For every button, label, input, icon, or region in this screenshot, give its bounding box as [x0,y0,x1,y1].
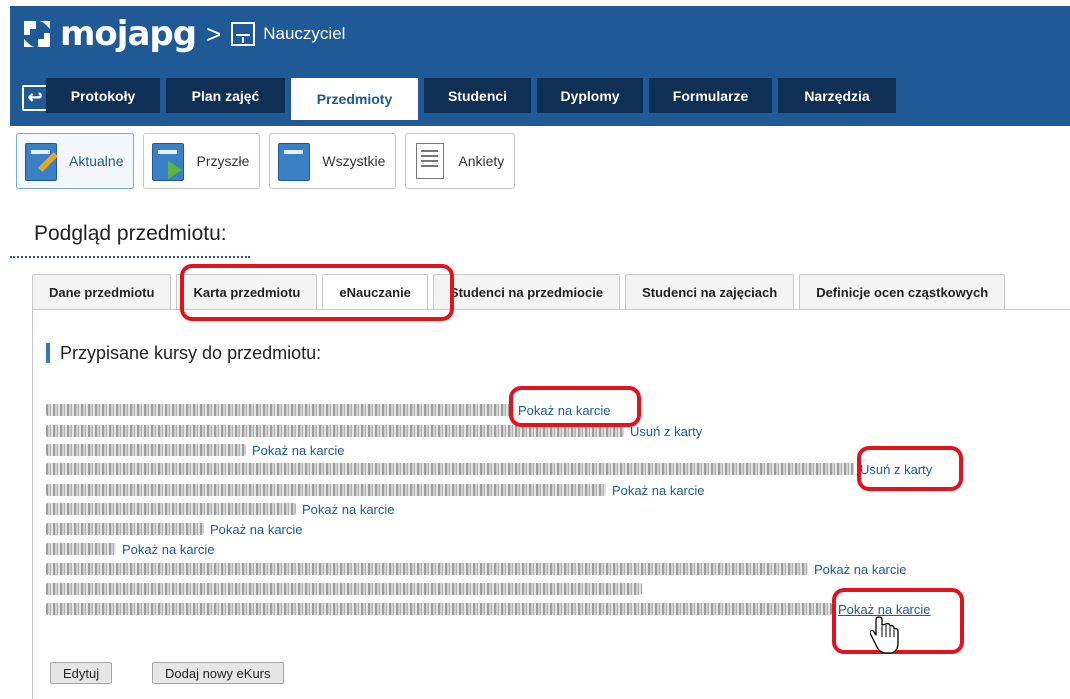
list-item: Pokaż na karcie [46,600,931,618]
show-on-card-link[interactable]: Pokaż na karcie [814,562,907,577]
list-item: Pokaż na karcie [46,540,215,558]
tab-label: Dyplomy [560,87,620,104]
tab-label: Studenci [447,87,508,104]
tab-label: Definicje ocen cząstkowych [816,284,989,300]
tab-label: Narzędzia [804,87,870,104]
subnav-label: Aktualne [69,153,124,169]
tab-przedmioty[interactable]: Przedmioty [291,78,418,120]
tab-dyplomy[interactable]: Dyplomy [537,78,643,113]
blurred-course-name [46,484,606,496]
back-arrow-icon[interactable]: ↩ [22,85,48,111]
hand-cursor-icon [870,616,899,654]
blurred-course-name [46,503,296,515]
tab-narzedzia[interactable]: Narzędzia [778,78,896,113]
subnav-label: Wszystkie [322,153,386,169]
brand[interactable]: mojapg > Nauczyciel [20,14,345,54]
tab-plan-zajec[interactable]: Plan zajęć [166,78,285,113]
logo-icon [24,21,50,47]
list-item: Usuń z karty [46,460,932,478]
title-divider [10,256,250,258]
subnav-ankiety[interactable]: Ankiety [405,133,516,189]
book-icon [276,141,312,181]
tab-protokoly[interactable]: Protokoły [46,78,160,113]
tab-studenci[interactable]: Studenci [424,78,531,113]
sub-navigation: Aktualne Przyszłe Wszystkie Ankiety [16,133,524,189]
tab-label: Dane przedmiotu [49,284,155,300]
tab-studenci-na-przedmiocie[interactable]: Studenci na przedmiocie [432,274,621,309]
subnav-label: Przyszłe [196,153,250,169]
list-item: Pokaż na karcie [46,481,705,499]
blurred-course-name [46,543,116,555]
form-icon [412,141,448,181]
tab-label: Studenci na przedmiocie [449,284,604,300]
list-item: Pokaż na karcie [46,500,395,518]
subnav-aktualne[interactable]: Aktualne [16,133,135,189]
blurred-course-name [46,523,204,535]
book-arrow-icon [150,141,186,181]
book-pencil-icon [23,141,59,181]
tab-label: Formularze [672,87,749,104]
remove-from-card-link[interactable]: Usuń z karty [630,424,702,439]
tab-formularze[interactable]: Formularze [649,78,772,113]
main-tabs: Protokoły Plan zajęć Przedmioty Studenci… [46,78,902,120]
subnav-wszystkie[interactable]: Wszystkie [269,133,397,189]
edit-button[interactable]: Edytuj [50,662,113,684]
list-item: Pokaż na karcie [46,441,345,459]
show-on-card-link[interactable]: Pokaż na karcie [612,483,705,498]
tab-label: Studenci na zajęciach [642,284,778,300]
subject-tabs: Dane przedmiotu Karta przedmiotu eNaucza… [32,274,1010,310]
blurred-course-name [46,603,832,615]
tab-label: Plan zajęć [191,87,260,104]
annotation-oval [509,386,641,427]
add-ecourse-button[interactable]: Dodaj nowy eKurs [152,662,284,684]
show-on-card-link[interactable]: Pokaż na karcie [122,542,215,557]
blurred-course-name [46,563,808,575]
tab-label: Protokoły [70,87,136,104]
tab-studenci-na-zajeciach[interactable]: Studenci na zajęciach [625,274,795,309]
subnav-label: Ankiety [458,153,505,169]
tab-definicje-ocen[interactable]: Definicje ocen cząstkowych [799,274,1006,309]
list-item: Pokaż na karcie [46,560,907,578]
tab-label: Przedmioty [316,91,393,107]
tab-dane-przedmiotu[interactable]: Dane przedmiotu [32,274,172,309]
blurred-course-name [46,463,854,475]
blurred-course-name [46,444,246,456]
brand-name: mojapg [60,14,197,54]
show-on-card-link[interactable]: Pokaż na karcie [302,502,395,517]
subnav-przyszle[interactable]: Przyszłe [143,133,261,189]
show-on-card-link[interactable]: Pokaż na karcie [210,522,303,537]
annotation-oval [857,446,963,491]
presentation-board-icon [231,22,256,46]
breadcrumb-separator: > [206,18,222,49]
list-item [46,580,648,598]
role-name[interactable]: Nauczyciel [263,24,345,44]
list-item: Pokaż na karcie [46,520,303,538]
blurred-course-name [46,404,512,416]
show-on-card-link[interactable]: Pokaż na karcie [252,443,345,458]
page-title: Podgląd przedmiotu: [34,222,227,245]
blurred-course-name [46,583,642,595]
section-heading: Przypisane kursy do przedmiotu: [46,343,321,363]
annotation-oval [180,264,454,321]
